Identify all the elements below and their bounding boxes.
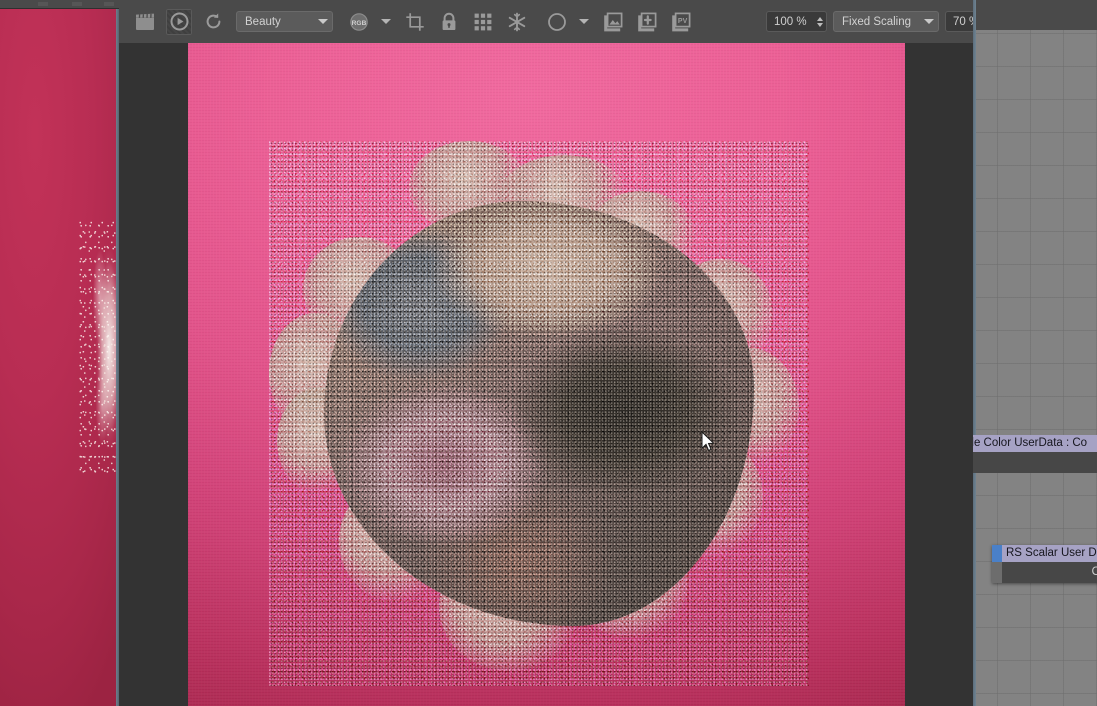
- node-editor-topbar: [973, 0, 1097, 30]
- aov-select-label: Beauty: [245, 15, 281, 28]
- image-layers-icon[interactable]: [600, 9, 626, 35]
- zoom-level-stepper[interactable]: [817, 16, 823, 27]
- secondary-view-titlebar: [0, 0, 119, 9]
- zoom-level-field[interactable]: 100 %: [766, 11, 827, 32]
- node-body: [973, 452, 1097, 473]
- node-output-port[interactable]: [992, 562, 1002, 583]
- start-render-icon[interactable]: [166, 8, 192, 35]
- snowflake-icon[interactable]: [504, 9, 530, 35]
- chevron-down-icon: [924, 19, 934, 24]
- scaling-mode-select[interactable]: Fixed Scaling: [833, 11, 939, 32]
- lock-icon[interactable]: [436, 9, 462, 35]
- picture-viewer-icon[interactable]: PV: [668, 9, 694, 35]
- chevron-down-icon: [318, 19, 328, 24]
- render-view-panel: Beauty RGB PV 100 % Fixed Scaling 70 %: [119, 0, 1035, 706]
- particle-cluster: [269, 141, 809, 686]
- render-to-picture-viewer-icon[interactable]: [132, 9, 158, 35]
- aov-select[interactable]: Beauty: [236, 11, 333, 32]
- rgb-channel-caret-icon[interactable]: [381, 19, 391, 24]
- node-title: RS Scalar User Dat: [992, 545, 1097, 562]
- crop-region-icon[interactable]: [402, 9, 428, 35]
- rendered-image[interactable]: [188, 43, 905, 706]
- node-particle-color-userdata[interactable]: Particle Color UserData : Co: [973, 435, 1097, 473]
- svg-text:RGB: RGB: [352, 20, 367, 27]
- circle-caret-icon[interactable]: [579, 19, 589, 24]
- canvas-left-gutter: [119, 43, 188, 706]
- scaling-mode-label: Fixed Scaling: [842, 15, 912, 28]
- refresh-icon[interactable]: [200, 9, 226, 35]
- secondary-render-image: [0, 9, 116, 706]
- add-layer-icon[interactable]: [634, 9, 660, 35]
- secondary-particle-spray: [78, 221, 116, 476]
- node-title: Particle Color UserData : Co: [973, 435, 1097, 452]
- node-input-port[interactable]: [992, 545, 1002, 562]
- render-view-window: Beauty RGB PV 100 % Fixed Scaling 70 % e…: [0, 0, 1097, 706]
- rgb-channel-icon[interactable]: RGB: [346, 9, 372, 35]
- node-rs-scalar-userdata[interactable]: RS Scalar User Dat Ou: [992, 545, 1097, 583]
- secondary-render-view[interactable]: [0, 0, 119, 706]
- grid-icon[interactable]: [470, 9, 496, 35]
- node-body: Ou: [992, 562, 1097, 583]
- node-editor-grid: [973, 30, 1097, 706]
- circle-icon[interactable]: [544, 9, 570, 35]
- render-toolbar: Beauty RGB PV 100 % Fixed Scaling 70 %: [119, 0, 1035, 43]
- panel-divider-right[interactable]: [973, 0, 976, 706]
- render-canvas[interactable]: [119, 43, 973, 706]
- zoom-level-value: 100 %: [774, 15, 807, 28]
- node-editor-panel[interactable]: Particle Color UserData : Co RS Scalar U…: [973, 0, 1097, 706]
- svg-text:PV: PV: [678, 17, 688, 24]
- canvas-right-gutter: [905, 43, 973, 706]
